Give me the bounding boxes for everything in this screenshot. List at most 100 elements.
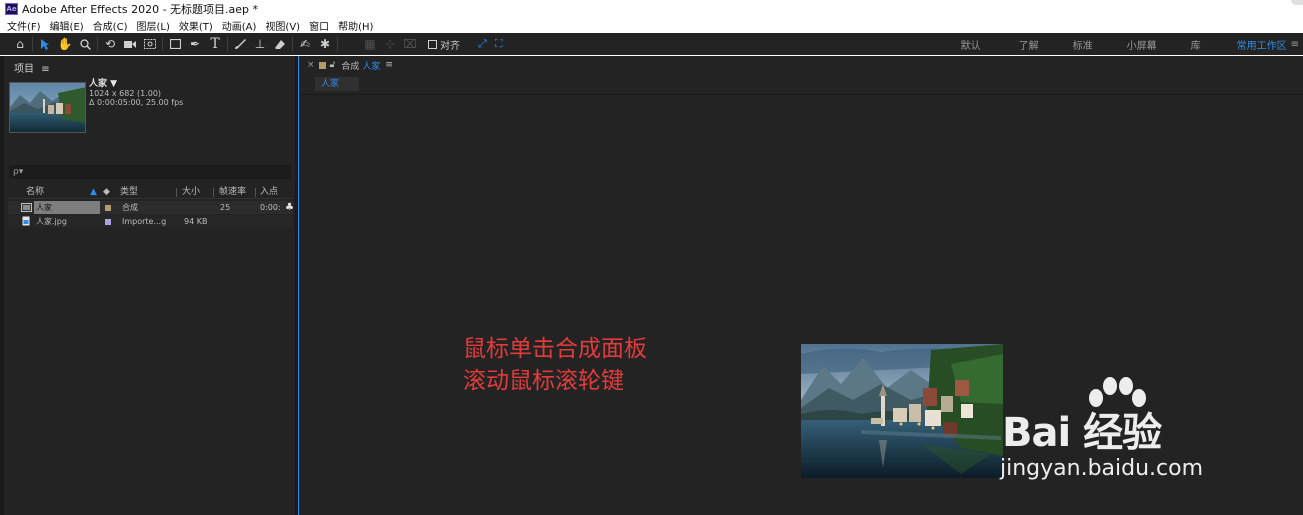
snap-options-icon[interactable]: ⤢ <box>478 37 487 51</box>
baidu-watermark: Bai 经验 jingyan.baidu.com <box>1000 376 1240 486</box>
window-corner <box>1291 0 1303 5</box>
rotate-icon[interactable]: ⟲ <box>102 36 118 52</box>
workspace-standard[interactable]: 标准 <box>1073 37 1093 52</box>
selected-item-size: 1024 x 682 (1.00) <box>89 89 162 98</box>
workspace-learn[interactable]: 了解 <box>1019 37 1039 52</box>
item-type: Importe...g <box>122 217 167 226</box>
column-frame-rate[interactable]: 帧速率 <box>219 186 246 199</box>
close-icon[interactable]: × <box>307 60 315 70</box>
workspace-switcher: 默认 了解 标准 小屏幕 库 常用工作区 ≡ <box>961 33 1303 55</box>
menu-layer[interactable]: 图层(L) <box>136 18 169 33</box>
zoom-icon[interactable] <box>77 36 93 52</box>
composition-breadcrumb[interactable]: 人家 <box>315 77 359 91</box>
menu-edit[interactable]: 编辑(E) <box>50 18 84 33</box>
menu-view[interactable]: 视图(V) <box>265 18 300 33</box>
world-axis-icon: ⊹ <box>384 37 396 51</box>
column-type[interactable]: 类型 <box>120 186 138 199</box>
toolbar-divider <box>97 37 98 51</box>
local-axis-icon: ▦ <box>364 37 376 51</box>
window-title: Adobe After Effects 2020 - 无标题项目.aep * <box>22 3 259 16</box>
project-panel[interactable]: 项目 ≡ 人家 ▼ 1024 x 682 (1.00) Δ 0:00:05:00… <box>4 56 295 515</box>
project-search-input[interactable]: ρ▾ <box>9 165 291 179</box>
column-name[interactable]: 名称 <box>26 186 44 199</box>
snap-edges-icon[interactable]: ⛶ <box>495 37 503 51</box>
column-divider[interactable] <box>255 188 256 197</box>
selection-arrow-icon[interactable] <box>37 36 53 52</box>
menu-bar: 文件(F) 编辑(E) 合成(C) 图层(L) 效果(T) 动画(A) 视图(V… <box>0 18 1303 33</box>
project-columns-header: 名称 ▲ ◆ 类型 大小 帧速率 入点 <box>8 186 293 199</box>
rectangle-icon[interactable] <box>167 36 183 52</box>
project-item-row[interactable]: 人家 合成 25 0:00: ♣ <box>8 201 294 216</box>
image-file-icon <box>22 215 30 230</box>
project-item-row[interactable]: 人家.jpg Importe...g 94 KB <box>8 215 293 228</box>
toolbar-divider <box>337 37 338 51</box>
selected-item-info: 人家 ▼ 1024 x 682 (1.00) Δ 0:00:05:00, 25.… <box>89 80 184 108</box>
lock-icon[interactable]: 🔓︎ <box>330 60 336 70</box>
menu-window[interactable]: 窗口 <box>309 18 329 33</box>
composition-layer-image[interactable] <box>801 344 1003 478</box>
label-color-swatch[interactable] <box>105 219 111 225</box>
toolbar-divider <box>292 37 293 51</box>
workspace-libraries[interactable]: 库 <box>1191 37 1201 52</box>
item-in-point: 0:00: <box>260 203 281 212</box>
pen-icon[interactable]: ✒ <box>187 36 203 52</box>
panel-menu-icon[interactable]: ≡ <box>41 64 49 75</box>
workspace-active[interactable]: 常用工作区 <box>1237 37 1287 52</box>
puppet-pin-icon[interactable]: ✱ <box>317 36 333 52</box>
text-icon[interactable]: T <box>207 36 223 52</box>
column-divider[interactable] <box>213 188 214 197</box>
label-color-swatch <box>318 61 326 69</box>
sort-ascending-icon[interactable]: ▲ <box>90 186 97 199</box>
menu-composition[interactable]: 合成(C) <box>93 18 128 33</box>
workspace-default[interactable]: 默认 <box>961 37 981 52</box>
column-divider[interactable] <box>176 188 177 197</box>
item-name[interactable]: 人家 <box>34 201 100 214</box>
instruction-annotation: 鼠标单击合成面板 滚动鼠标滚轮键 <box>463 333 647 397</box>
tools-panel: ⌂ ✋ ⟲ ✒ T ⊥ ✍ ✱ ▦ ⊹ ⌧ 对齐 ⤢ ⛶ 默认 了解 标准 小屏… <box>0 33 1303 55</box>
pan-behind-icon[interactable] <box>142 36 158 52</box>
watermark-brand: Bai 经验 <box>1002 410 1162 456</box>
selected-item-name[interactable]: 人家 ▼ <box>89 80 183 89</box>
column-size[interactable]: 大小 <box>182 186 200 199</box>
composition-icon <box>21 201 32 216</box>
annotation-line: 鼠标单击合成面板 <box>463 336 647 362</box>
item-type: 合成 <box>122 203 138 212</box>
snap-checkbox[interactable] <box>428 39 437 49</box>
tab-label: 合成 <box>341 61 360 72</box>
item-fps: 25 <box>220 203 231 212</box>
snap-label: 对齐 <box>440 40 460 52</box>
composition-tab[interactable]: × 🔓︎ 合成 人家 ≡ <box>299 56 1303 74</box>
column-in-point[interactable]: 入点 <box>260 186 278 199</box>
selected-item-duration: Δ 0:00:05:00, 25.00 fps <box>89 98 184 107</box>
annotation-line: 滚动鼠标滚轮键 <box>463 368 624 394</box>
home-icon[interactable]: ⌂ <box>12 36 28 52</box>
item-name[interactable]: 人家.jpg <box>36 215 67 228</box>
panel-menu-icon[interactable]: ≡ <box>385 60 393 70</box>
eraser-icon[interactable] <box>272 36 288 52</box>
menu-file[interactable]: 文件(F) <box>7 18 41 33</box>
label-tag-icon[interactable]: ◆ <box>103 186 110 199</box>
menu-animation[interactable]: 动画(A) <box>222 18 257 33</box>
workspace-small-screen[interactable]: 小屏幕 <box>1127 37 1157 52</box>
camera-icon[interactable] <box>122 36 138 52</box>
menu-effect[interactable]: 效果(T) <box>179 18 213 33</box>
item-size: 94 KB <box>184 217 208 226</box>
hand-icon[interactable]: ✋ <box>57 36 73 52</box>
after-effects-logo-icon: Ae <box>5 3 18 15</box>
title-bar: Ae Adobe After Effects 2020 - 无标题项目.aep … <box>0 0 1303 18</box>
flowchart-icon[interactable]: ♣ <box>285 201 294 214</box>
tab-comp-name: 人家 <box>362 61 381 72</box>
toolbar-divider <box>32 37 33 51</box>
brush-icon[interactable] <box>232 36 248 52</box>
clone-stamp-icon[interactable]: ⊥ <box>252 36 268 52</box>
watermark-url: jingyan.baidu.com <box>1000 456 1204 481</box>
snap-toggle[interactable]: 对齐 <box>428 37 460 52</box>
label-color-swatch[interactable] <box>105 205 111 211</box>
item-thumbnail <box>9 82 86 133</box>
view-axis-icon: ⌧ <box>403 37 417 51</box>
roto-brush-icon[interactable]: ✍ <box>297 36 313 52</box>
workspace-menu-icon[interactable]: ≡ <box>1291 39 1299 50</box>
menu-help[interactable]: 帮助(H) <box>338 18 373 33</box>
project-panel-title: 项目 ≡ <box>14 64 50 75</box>
toolbar-divider <box>227 37 228 51</box>
